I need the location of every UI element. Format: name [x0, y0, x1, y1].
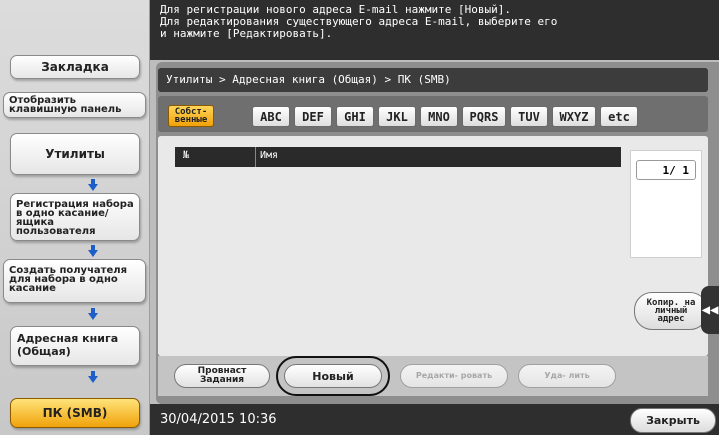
datetime-display: 30/04/2015 10:36	[160, 412, 277, 427]
focus-highlight	[276, 356, 390, 396]
show-keypad-button[interactable]: Отобразить клавишную панель	[3, 92, 146, 118]
instruction-message: Для регистрации нового адреса E-mail наж…	[150, 0, 719, 60]
address-book-button[interactable]: Адресная книга (Общая)	[10, 326, 140, 366]
page-indicator: 1/ 1	[636, 160, 696, 180]
message-line: и нажмите [Редактировать].	[160, 27, 333, 40]
arrow-down-icon	[88, 179, 98, 191]
left-panel: Закладка Отобразить клавишную панель Ути…	[0, 0, 150, 435]
index-tab-abc[interactable]: ABC	[252, 106, 290, 127]
pc-smb-button[interactable]: ПК (SMB)	[10, 398, 140, 428]
arrow-down-icon	[88, 245, 98, 257]
utilities-button[interactable]: Утилиты	[10, 133, 140, 175]
index-tab-mno[interactable]: MNO	[420, 106, 458, 127]
index-tab-jkl[interactable]: JKL	[378, 106, 416, 127]
arrow-down-icon	[88, 371, 98, 383]
copy-to-personal-button[interactable]: Копир. на личный адрес	[634, 292, 708, 330]
index-tab-pqrs[interactable]: PQRS	[462, 106, 506, 127]
table-header: № Имя	[175, 147, 621, 167]
address-list	[158, 136, 708, 356]
delete-button[interactable]: Уда- лить	[518, 364, 616, 388]
index-tab-wxyz[interactable]: WXYZ	[552, 106, 596, 127]
index-tab-ghi[interactable]: GHI	[336, 106, 374, 127]
check-job-button[interactable]: Провнаст Задания	[174, 364, 270, 388]
create-destination-button[interactable]: Создать получателя для набора в одно кас…	[3, 259, 146, 303]
index-tab-def[interactable]: DEF	[294, 106, 332, 127]
column-header-number: №	[183, 150, 190, 161]
index-tab-own[interactable]: Собст- венные	[168, 105, 214, 127]
arrow-down-icon	[88, 308, 98, 320]
close-button[interactable]: Закрыть	[630, 408, 716, 433]
bookmark-button[interactable]: Закладка	[10, 55, 140, 79]
breadcrumb: Утилиты > Адресная книга (Общая) > ПК (S…	[158, 68, 708, 92]
index-tab-etc[interactable]: etc	[600, 106, 638, 127]
column-header-name: Имя	[260, 150, 279, 161]
index-tab-tuv[interactable]: TUV	[510, 106, 548, 127]
edit-button[interactable]: Редакти- ровать	[400, 364, 508, 388]
one-touch-registration-button[interactable]: Регистрация набора в одно касание/ящика …	[10, 193, 140, 241]
column-divider	[255, 147, 256, 167]
panel-collapse-tab[interactable]: ◀◀	[701, 286, 719, 334]
